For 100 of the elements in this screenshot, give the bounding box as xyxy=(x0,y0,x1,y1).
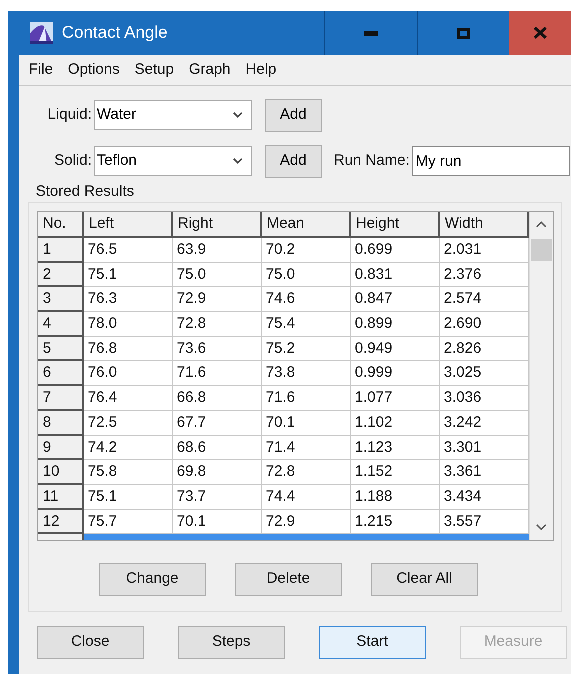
window-title: Contact Angle xyxy=(62,22,168,44)
dialog-button[interactable]: Close xyxy=(37,626,144,659)
table-cell: 72.8 xyxy=(262,460,351,485)
menu-item[interactable]: Options xyxy=(68,58,120,82)
table-cell: 70.1 xyxy=(173,510,262,534)
solid-dropdown[interactable]: Teflon xyxy=(94,146,252,176)
table-cell: 70.2 xyxy=(262,238,351,263)
scrollbar[interactable] xyxy=(529,212,553,540)
table-cell: 78.0 xyxy=(84,312,173,337)
add-solid-button[interactable]: Add xyxy=(265,144,322,178)
row-number[interactable]: 12 xyxy=(38,510,84,534)
table-cell: 3.434 xyxy=(440,484,529,510)
table-cell: 1.152 xyxy=(351,460,440,485)
column-header[interactable]: Right xyxy=(173,212,262,238)
table-cell: 75.1 xyxy=(84,484,173,510)
scroll-up-icon[interactable] xyxy=(536,221,547,228)
run-name-field[interactable]: My run xyxy=(412,146,570,176)
table-cell: 0.699 xyxy=(351,238,440,263)
table-cell: 71.6 xyxy=(262,386,351,411)
row-number[interactable]: 11 xyxy=(38,484,84,510)
liquid-label: Liquid: xyxy=(46,104,92,125)
menu-item[interactable]: File xyxy=(29,58,54,82)
table-cell: 63.9 xyxy=(173,238,262,263)
row-number[interactable]: 5 xyxy=(38,336,84,362)
table-cell: 75.4 xyxy=(262,312,351,337)
table-cell: 71.6 xyxy=(173,361,262,386)
table-cell: 76.5 xyxy=(84,238,173,263)
table-cell: 68.6 xyxy=(173,436,262,460)
table-cell: 2.031 xyxy=(440,238,529,263)
table-cell: 76.3 xyxy=(84,287,173,312)
table-cell: 3.025 xyxy=(440,361,529,386)
table-cell: 75.1 xyxy=(84,262,173,288)
table-cell: 72.9 xyxy=(173,287,262,312)
row-number[interactable]: 7 xyxy=(38,386,84,411)
column-header[interactable]: Mean xyxy=(262,212,351,238)
table-cell: 3.361 xyxy=(440,460,529,485)
row-number[interactable]: 3 xyxy=(38,287,84,312)
table-cell: 72.9 xyxy=(262,510,351,534)
menu-item[interactable]: Setup xyxy=(134,58,174,82)
menu-item[interactable]: Graph xyxy=(189,58,231,82)
table-action-button[interactable]: Delete xyxy=(235,563,342,596)
minimize-icon xyxy=(364,30,378,36)
table-cell: 1.215 xyxy=(351,510,440,534)
table-cell: 74.4 xyxy=(262,484,351,510)
table-cell: 73.6 xyxy=(173,336,262,362)
table-cell: 0.999 xyxy=(351,361,440,386)
table-cell: 75.0 xyxy=(262,262,351,288)
table-cell: 0.831 xyxy=(351,262,440,288)
run-name-label: Run Name: xyxy=(334,150,410,171)
row-number[interactable]: 2 xyxy=(38,262,84,288)
table-cell: 2.826 xyxy=(440,336,529,362)
close-icon xyxy=(534,27,546,39)
row-number[interactable]: 9 xyxy=(38,436,84,460)
table-cell: 3.557 xyxy=(440,510,529,534)
table-action-button[interactable]: Change xyxy=(99,563,206,596)
table-cell: 0.899 xyxy=(351,312,440,337)
dialog-button[interactable]: Start xyxy=(319,626,426,659)
menu-item[interactable]: Help xyxy=(246,58,277,82)
table-cell: 1.102 xyxy=(351,410,440,436)
row-number[interactable]: 8 xyxy=(38,410,84,436)
table-cell: 1.123 xyxy=(351,436,440,460)
maximize-icon xyxy=(457,28,470,38)
column-header[interactable]: No. xyxy=(38,212,84,238)
table-cell: 75.8 xyxy=(84,460,173,485)
scroll-down-icon[interactable] xyxy=(536,524,547,531)
table-cell: 75.2 xyxy=(262,336,351,362)
table-action-button[interactable]: Clear All xyxy=(371,563,478,596)
table-cell: 0.949 xyxy=(351,336,440,362)
table-cell: 72.8 xyxy=(173,312,262,337)
table-cell: 76.8 xyxy=(84,336,173,362)
table-cell: 3.036 xyxy=(440,386,529,411)
table-cell: 3.242 xyxy=(440,410,529,436)
table-cell: 75.0 xyxy=(173,262,262,288)
table-cell: 73.7 xyxy=(173,484,262,510)
column-header[interactable]: Height xyxy=(351,212,440,238)
table-cell: 3.301 xyxy=(440,436,529,460)
table-cell: 2.690 xyxy=(440,312,529,337)
table-cell: 0.847 xyxy=(351,287,440,312)
table-cell: 70.1 xyxy=(262,410,351,436)
row-number[interactable]: 10 xyxy=(38,460,84,485)
column-header[interactable]: Width xyxy=(440,212,529,238)
table-cell: 1.077 xyxy=(351,386,440,411)
row-number[interactable]: 4 xyxy=(38,312,84,337)
table-cell: 2.574 xyxy=(440,287,529,312)
table-cell: 73.8 xyxy=(262,361,351,386)
row-number[interactable]: 1 xyxy=(38,238,84,263)
table-cell: 76.4 xyxy=(84,386,173,411)
dialog-button[interactable]: Steps xyxy=(178,626,285,659)
scroll-thumb[interactable] xyxy=(531,239,552,261)
table-cell: 72.5 xyxy=(84,410,173,436)
table-cell: 67.7 xyxy=(173,410,262,436)
close-window-button[interactable] xyxy=(509,11,571,55)
table-cell: 66.8 xyxy=(173,386,262,411)
add-liquid-button[interactable]: Add xyxy=(265,98,322,132)
row-number[interactable]: 6 xyxy=(38,361,84,386)
column-header[interactable]: Left xyxy=(84,212,173,238)
table-cell: 71.4 xyxy=(262,436,351,460)
liquid-dropdown[interactable]: Water xyxy=(94,100,252,130)
table-cell: 76.0 xyxy=(84,361,173,386)
table-cell: 2.376 xyxy=(440,262,529,288)
